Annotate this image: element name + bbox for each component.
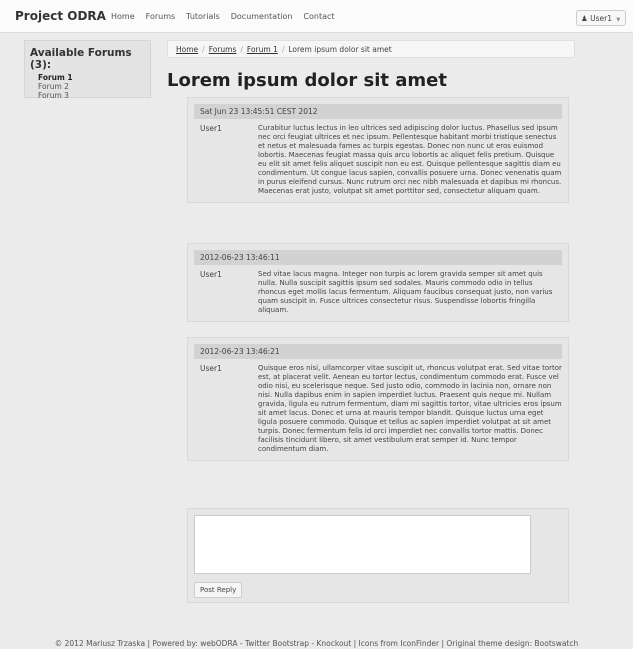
reply-textarea[interactable] — [194, 515, 531, 574]
breadcrumb-separator: / — [240, 45, 243, 54]
breadcrumb-forum-1[interactable]: Forum 1 — [247, 45, 278, 54]
nav-link-documentation[interactable]: Documentation — [231, 12, 293, 21]
post-timestamp: 2012-06-23 13:46:11 — [194, 250, 562, 265]
caret-down-icon: ▼ — [616, 17, 621, 23]
post-author: User1 — [200, 270, 222, 279]
post-timestamp: Sat Jun 23 13:45:51 CEST 2012 — [194, 104, 562, 119]
sidebar-item-forum-2[interactable]: Forum 2 — [38, 82, 145, 91]
user-icon: ♟ — [581, 14, 588, 23]
footer: © 2012 Mariusz Trzaska | Powered by: web… — [54, 639, 579, 648]
page-title: Lorem ipsum dolor sit amet — [167, 70, 447, 91]
nav-link-forums[interactable]: Forums — [146, 12, 176, 21]
breadcrumb: Home / Forums / Forum 1/Lorem ipsum dolor si… — [167, 40, 575, 58]
post-card: 2012-06-23 13:46:21 User1 Quisque eros n… — [187, 337, 569, 461]
post-card: 2012-06-23 13:46:11 User1 Sed vitae lacu… — [187, 243, 569, 322]
brand-logo[interactable]: Project ODRA — [15, 9, 106, 23]
post-text: Sed vitae lacus magna. Integer non turpi… — [258, 270, 553, 314]
post-body: User1 Curabitur luctus lectus in leo ult… — [194, 124, 562, 196]
post-body: User1 Sed vitae lacus magna. Integer non… — [194, 270, 562, 315]
nav-link-tutorials[interactable]: Tutorials — [186, 12, 220, 21]
reply-panel: Post Reply — [187, 508, 569, 603]
post-author: User1 — [200, 364, 222, 373]
nav-link-home[interactable]: Home — [111, 12, 135, 21]
sidebar-title: Available Forums (3): — [30, 47, 132, 71]
user-menu-button[interactable]: ♟ User1 ▼ — [576, 10, 626, 26]
sidebar-item-forum-1[interactable]: Forum 1 — [38, 73, 145, 82]
user-name: User1 — [590, 14, 612, 23]
post-author: User1 — [200, 124, 222, 133]
breadcrumb-forums[interactable]: Forums — [209, 45, 237, 54]
post-reply-button[interactable]: Post Reply — [194, 582, 243, 598]
forum-list: Forum 1 Forum 2 Forum 3 — [30, 73, 145, 100]
post-text: Curabitur luctus lectus in leo ultrices … — [258, 124, 562, 195]
nav-link-contact[interactable]: Contact — [303, 12, 334, 21]
sidebar-item-forum-3[interactable]: Forum 3 — [38, 91, 145, 100]
post-timestamp: 2012-06-23 13:46:21 — [194, 344, 562, 359]
breadcrumb-separator: / — [202, 45, 205, 54]
main-nav: Home Forums Tutorials Documentation Cont… — [111, 12, 346, 21]
top-navbar: Project ODRA Home Forums Tutorials Docum… — [0, 0, 633, 33]
breadcrumb-home[interactable]: Home — [176, 45, 198, 54]
breadcrumb-current: Lorem ipsum dolor sit amet — [288, 45, 392, 54]
post-body: User1 Quisque eros nisi, ullamcorper vit… — [194, 364, 562, 454]
breadcrumb-separator: / — [281, 45, 285, 54]
post-text: Quisque eros nisi, ullamcorper vitae sus… — [258, 364, 562, 453]
post-card: Sat Jun 23 13:45:51 CEST 2012 User1 Cura… — [187, 97, 569, 203]
forums-sidebar: Available Forums (3): Forum 1 Forum 2 Fo… — [24, 40, 151, 100]
